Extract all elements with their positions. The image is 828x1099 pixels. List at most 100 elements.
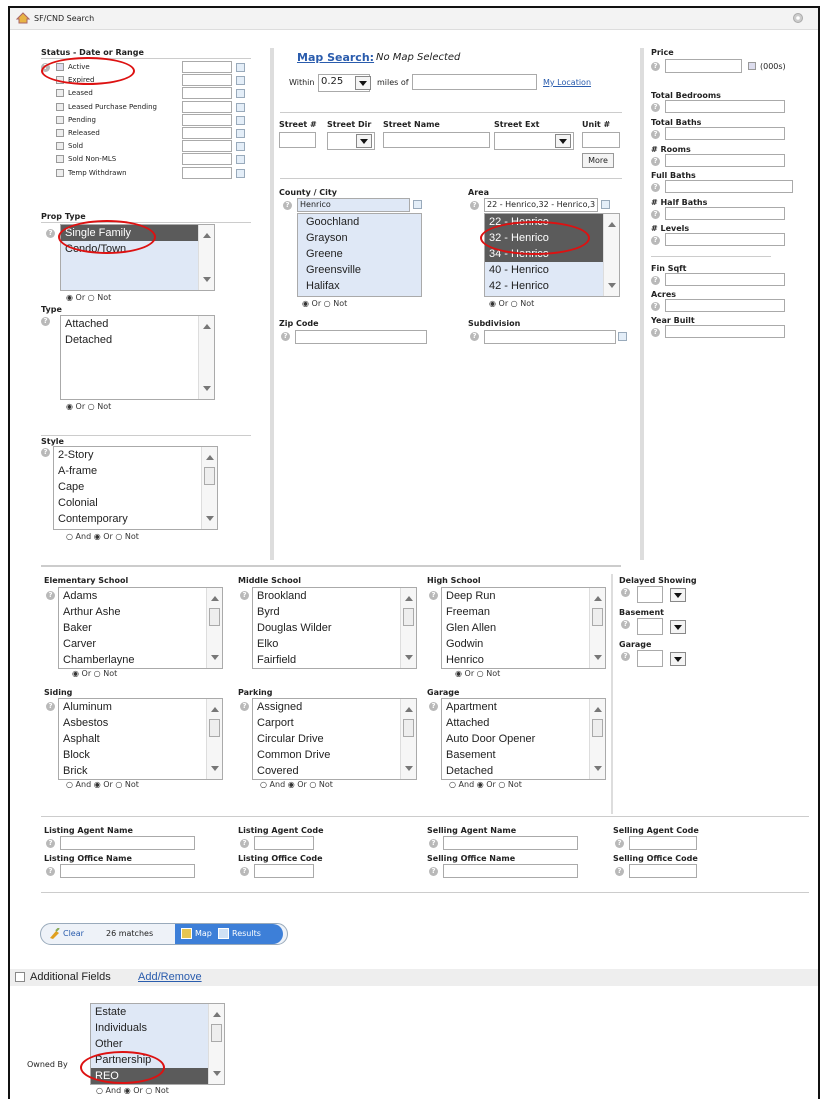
type-option[interactable]: Attached xyxy=(61,316,198,332)
chevron-down-icon[interactable] xyxy=(670,588,686,602)
style-option[interactable]: Contemporary xyxy=(54,511,201,527)
more-button[interactable]: More xyxy=(582,153,614,168)
help-icon[interactable]: ? xyxy=(615,839,624,848)
status-date-input[interactable] xyxy=(182,87,232,100)
chevron-down-icon[interactable] xyxy=(670,652,686,666)
county-option[interactable]: Goochland xyxy=(298,214,421,230)
help-icon[interactable]: ? xyxy=(46,591,55,600)
help-icon[interactable]: ? xyxy=(429,702,438,711)
high-radio-group[interactable]: ◉ Or ○ Not xyxy=(455,669,500,678)
selling-agent-code-input[interactable] xyxy=(629,836,697,850)
help-icon[interactable]: ? xyxy=(621,588,630,597)
map-button[interactable]: Map xyxy=(195,924,212,944)
help-icon[interactable]: ? xyxy=(46,867,55,876)
owned-by-radio-group[interactable]: ○ And ◉ Or ○ Not xyxy=(96,1086,169,1095)
scrollbar[interactable] xyxy=(206,699,222,779)
status-checkbox[interactable] xyxy=(56,168,64,177)
listing-office-name-input[interactable] xyxy=(60,864,195,878)
help-icon[interactable]: ? xyxy=(46,839,55,848)
county-option[interactable]: Greene xyxy=(298,246,421,262)
area-radio-group[interactable]: ◉ Or ○ Not xyxy=(489,299,534,308)
high-option[interactable]: Freeman xyxy=(442,604,589,620)
status-date-input[interactable] xyxy=(182,127,232,139)
scrollbar[interactable] xyxy=(589,699,605,779)
type-option[interactable]: Detached xyxy=(61,332,198,348)
status-date-input[interactable] xyxy=(182,113,232,126)
elementary-option[interactable]: Adams xyxy=(59,588,206,604)
field-input[interactable] xyxy=(665,233,785,246)
help-icon[interactable]: ? xyxy=(621,652,630,661)
status-checkbox[interactable] xyxy=(56,89,64,98)
county-radio-group[interactable]: ◉ Or ○ Not xyxy=(302,299,347,308)
status-date-input[interactable] xyxy=(182,166,232,179)
garage-radio-group[interactable]: ○ And ◉ Or ○ Not xyxy=(449,780,522,789)
owned-by-option[interactable]: Individuals xyxy=(91,1020,208,1036)
help-icon[interactable]: ? xyxy=(621,620,630,629)
lookup-icon[interactable] xyxy=(413,200,422,209)
listing-agent-code-input[interactable] xyxy=(254,836,314,850)
my-location-link[interactable]: My Location xyxy=(543,78,591,87)
high-option[interactable]: Glen Allen xyxy=(442,620,589,636)
results-button[interactable]: Results xyxy=(232,924,261,944)
garage-listbox[interactable]: Apartment Attached Auto Door Opener Basemen… xyxy=(441,698,606,780)
help-icon[interactable]: ? xyxy=(470,332,479,341)
status-checkbox[interactable] xyxy=(56,129,64,137)
listing-agent-name-input[interactable] xyxy=(60,836,195,850)
county-listbox[interactable]: Goochland Grayson Greene Greensville Hal… xyxy=(297,213,422,297)
calendar-icon[interactable] xyxy=(236,155,245,165)
chevron-down-icon[interactable] xyxy=(670,620,686,634)
type-radio-group[interactable]: ◉ Or ○ Not xyxy=(66,402,111,411)
siding-option[interactable]: Asphalt xyxy=(59,731,206,747)
siding-option[interactable]: Aluminum xyxy=(59,699,206,715)
scrollbar[interactable] xyxy=(206,588,222,668)
style-option[interactable]: Cape xyxy=(54,479,201,495)
parking-option[interactable]: Circular Drive xyxy=(253,731,400,747)
help-icon[interactable]: ? xyxy=(651,328,660,337)
siding-option[interactable]: Block xyxy=(59,747,206,763)
help-icon[interactable]: ? xyxy=(240,591,249,600)
help-icon[interactable]: ? xyxy=(470,201,479,210)
area-input[interactable]: 22 - Henrico,32 - Henrico,3 xyxy=(484,198,598,212)
add-remove-link[interactable]: Add/Remove xyxy=(138,971,202,983)
map-search-link[interactable]: Map Search: xyxy=(297,51,374,64)
garage-option[interactable]: Attached xyxy=(442,715,589,731)
parking-option[interactable]: Carport xyxy=(253,715,400,731)
subdivision-input[interactable] xyxy=(484,330,616,344)
siding-option[interactable]: Brick xyxy=(59,763,206,779)
status-checkbox[interactable] xyxy=(56,102,64,111)
selling-agent-name-input[interactable] xyxy=(443,836,578,850)
help-icon[interactable]: ? xyxy=(240,702,249,711)
delayed-select[interactable] xyxy=(637,586,663,603)
clear-button[interactable]: Clear xyxy=(63,924,84,944)
help-icon[interactable]: ? xyxy=(615,867,624,876)
selling-office-code-input[interactable] xyxy=(629,864,697,878)
selling-office-name-input[interactable] xyxy=(443,864,578,878)
help-icon[interactable]: ? xyxy=(651,183,660,192)
calendar-icon[interactable] xyxy=(236,142,245,152)
garage-option[interactable]: Apartment xyxy=(442,699,589,715)
style-option[interactable]: Colonial xyxy=(54,495,201,511)
status-date-input[interactable] xyxy=(182,153,232,166)
scrollbar[interactable] xyxy=(400,699,416,779)
middle-option[interactable]: Fairfield xyxy=(253,652,400,668)
field-input[interactable] xyxy=(665,100,785,113)
style-radio-group[interactable]: ○ And ◉ Or ○ Not xyxy=(66,532,139,541)
status-checkbox[interactable] xyxy=(56,155,64,164)
help-icon[interactable]: ? xyxy=(651,302,660,311)
status-date-input[interactable] xyxy=(182,100,232,113)
location-input[interactable] xyxy=(412,74,537,90)
help-icon[interactable]: ? xyxy=(283,201,292,210)
calendar-icon[interactable] xyxy=(236,168,245,178)
parking-option[interactable]: Covered xyxy=(253,763,400,779)
lookup-icon[interactable] xyxy=(601,200,610,209)
zip-input[interactable] xyxy=(295,330,427,344)
high-option[interactable]: Deep Run xyxy=(442,588,589,604)
status-checkbox[interactable] xyxy=(56,115,64,124)
owned-by-option[interactable]: Estate xyxy=(91,1004,208,1020)
help-icon[interactable]: ? xyxy=(41,317,50,326)
parking-option[interactable]: Assigned xyxy=(253,699,400,715)
middle-option[interactable]: Douglas Wilder xyxy=(253,620,400,636)
elementary-option[interactable]: Chamberlayne xyxy=(59,652,206,668)
basement-select[interactable] xyxy=(637,618,663,635)
help-icon[interactable]: ? xyxy=(651,103,660,112)
